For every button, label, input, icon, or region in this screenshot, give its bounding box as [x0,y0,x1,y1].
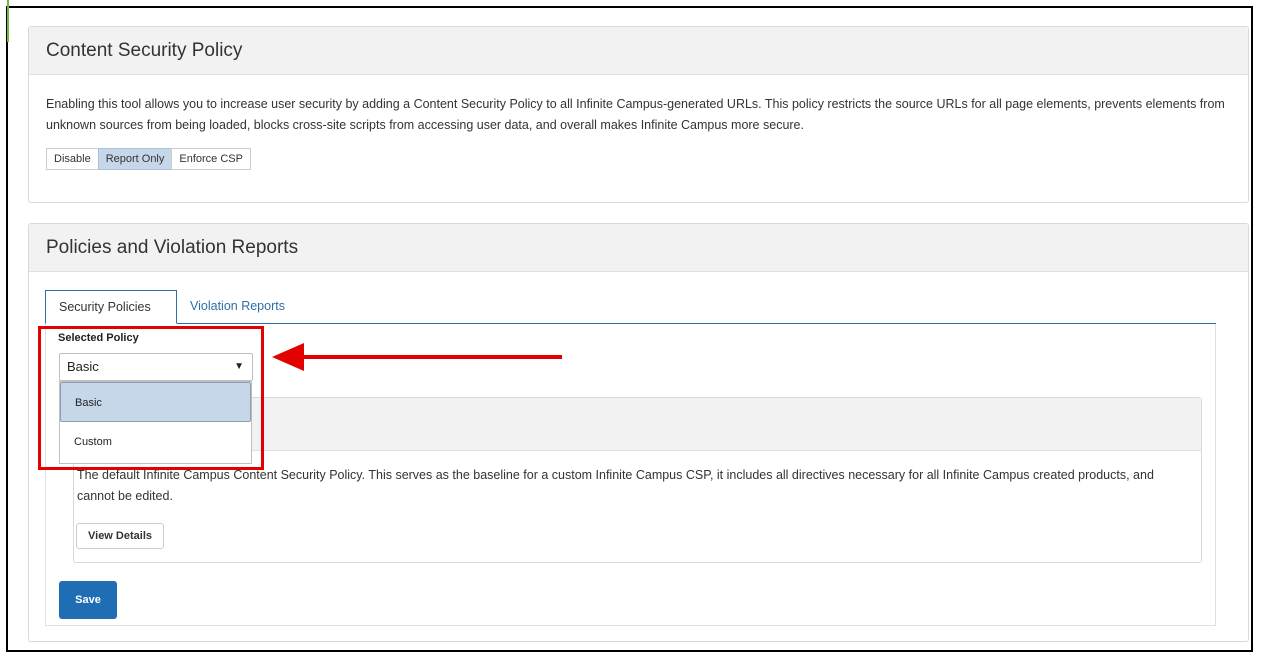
csp-panel-title: Content Security Policy [29,27,1248,75]
mode-disable-button[interactable]: Disable [46,148,99,170]
policies-panel-title: Policies and Violation Reports [29,224,1248,272]
edge-accent [7,0,9,42]
annotation-arrow-icon [272,343,562,371]
mode-enforce-csp-button[interactable]: Enforce CSP [171,148,251,170]
csp-mode-toggle: Disable Report Only Enforce CSP [46,148,251,170]
policy-tabs: Security Policies Violation Reports [45,290,1216,324]
annotation-highlight-box [38,326,264,470]
csp-description: Enabling this tool allows you to increas… [46,97,1225,132]
csp-panel: Content Security Policy Enabling this to… [28,26,1249,203]
policy-description: The default Infinite Campus Content Secu… [77,468,1154,503]
save-button[interactable]: Save [59,581,117,619]
tab-violation-reports[interactable]: Violation Reports [177,290,298,323]
tab-security-policies[interactable]: Security Policies [45,290,177,324]
mode-report-only-button[interactable]: Report Only [97,148,173,170]
view-details-button[interactable]: View Details [76,523,164,549]
